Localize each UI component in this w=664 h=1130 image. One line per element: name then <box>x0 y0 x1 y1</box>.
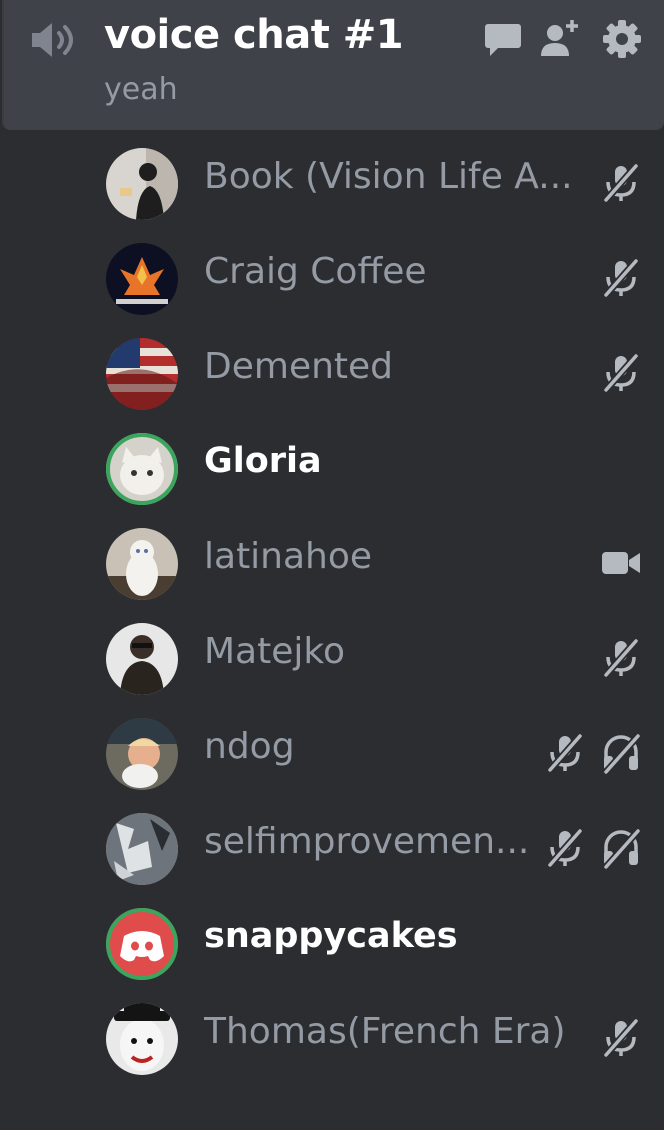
user-name: selfimprovemen... <box>204 821 530 862</box>
mic-muted-icon <box>600 257 642 299</box>
mic-muted-icon <box>600 162 642 204</box>
video-camera-icon <box>600 542 642 584</box>
mic-muted-icon <box>600 1017 642 1059</box>
avatar[interactable] <box>106 1003 178 1075</box>
user-name: latinahoe <box>204 536 373 577</box>
speaker-icon <box>28 20 84 60</box>
voice-user-row[interactable]: latinahoe <box>100 522 660 606</box>
avatar[interactable] <box>106 623 178 695</box>
avatar[interactable] <box>106 813 178 885</box>
chat-bubble-icon[interactable] <box>482 18 524 60</box>
voice-user-row[interactable]: Matejko <box>100 617 660 701</box>
mic-muted-icon <box>600 637 642 679</box>
avatar[interactable] <box>106 338 178 410</box>
user-name: Thomas(French Era) <box>204 1011 566 1052</box>
user-name: Craig Coffee <box>204 251 427 292</box>
mic-muted-icon <box>600 352 642 394</box>
voice-user-row[interactable]: Book (Vision Life A... <box>100 142 660 226</box>
voice-channel-header[interactable]: voice chat #1 yeah <box>2 0 664 130</box>
mic-muted-icon <box>544 732 586 774</box>
avatar[interactable] <box>106 433 178 505</box>
avatar[interactable] <box>106 528 178 600</box>
headphones-deafened-icon <box>600 827 642 870</box>
voice-user-row[interactable]: Thomas(French Era) <box>100 997 660 1081</box>
user-name: Demented <box>204 346 394 387</box>
gear-icon[interactable] <box>601 18 643 60</box>
voice-user-row[interactable]: Demented <box>100 332 660 416</box>
channel-name[interactable]: voice chat #1 <box>104 12 404 58</box>
add-user-icon[interactable] <box>538 18 580 60</box>
headphones-deafened-icon <box>600 732 642 775</box>
voice-user-row[interactable]: ndog <box>100 712 660 796</box>
avatar[interactable] <box>106 148 178 220</box>
mic-muted-icon <box>544 827 586 869</box>
voice-user-row[interactable]: Gloria <box>100 427 660 511</box>
voice-user-row[interactable]: snappycakes <box>100 902 660 986</box>
user-name: Gloria <box>204 441 322 481</box>
user-name: Matejko <box>204 631 345 672</box>
user-name: ndog <box>204 726 295 767</box>
avatar[interactable] <box>106 718 178 790</box>
avatar[interactable] <box>106 908 178 980</box>
channel-status: yeah <box>104 72 178 107</box>
avatar[interactable] <box>106 243 178 315</box>
user-name: Book (Vision Life A... <box>204 156 573 197</box>
voice-user-row[interactable]: selfimprovemen... <box>100 807 660 891</box>
user-name: snappycakes <box>204 916 458 956</box>
voice-user-row[interactable]: Craig Coffee <box>100 237 660 321</box>
